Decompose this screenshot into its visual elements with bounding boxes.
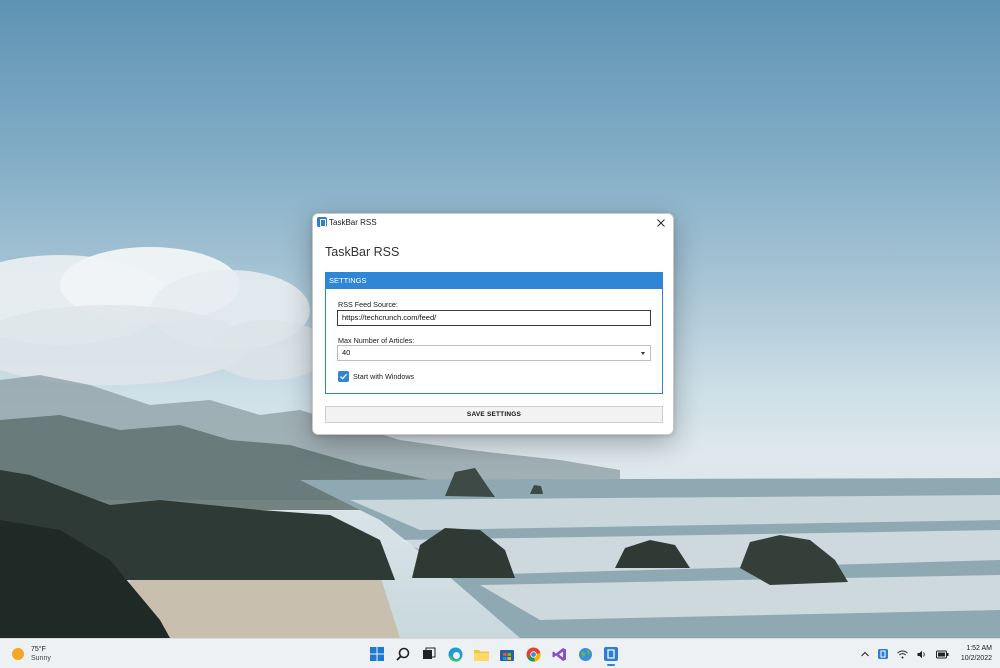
taskbar: 75°F Sunny [0,638,1000,668]
weather-condition: Sunny [31,654,51,663]
settings-group: SETTINGS RSS Feed Source: https://techcr… [325,272,663,394]
weather-widget[interactable]: 75°F Sunny [12,645,51,663]
chrome-icon[interactable] [520,642,546,666]
chevron-down-icon [641,352,645,355]
title-bar[interactable]: TaskBar RSS [313,214,673,232]
save-settings-button[interactable]: SAVE SETTINGS [325,406,663,423]
window-title: TaskBar RSS [329,218,377,227]
edge-icon[interactable] [442,642,468,666]
taskbar-rss-tray-icon[interactable] [878,649,888,659]
clock-date: 10/2/2022 [961,654,992,664]
page-title: TaskBar RSS [325,245,399,259]
settings-header: SETTINGS [326,273,662,289]
feed-source-label: RSS Feed Source: [338,300,398,309]
start-icon[interactable] [364,642,390,666]
store-icon[interactable] [494,642,520,666]
search-icon[interactable] [390,642,416,666]
app-icon [317,217,327,227]
system-tray: 1:52 AM 10/2/2022 [852,639,992,668]
close-button[interactable] [649,214,673,232]
max-articles-select[interactable]: 40 [337,345,651,361]
visual-studio-icon[interactable] [546,642,572,666]
sun-icon [12,648,24,660]
feed-source-input[interactable]: https://techcrunch.com/feed/ [337,310,651,326]
taskbar-rss-window: TaskBar RSS TaskBar RSS SETTINGS RSS Fee… [312,213,674,435]
chevron-up-icon[interactable] [861,651,869,657]
clock-time: 1:52 AM [961,644,992,654]
taskbar-rss-icon[interactable] [598,642,624,666]
max-articles-label: Max Number of Articles: [338,336,414,345]
clock[interactable]: 1:52 AM 10/2/2022 [961,644,992,664]
battery-icon[interactable] [936,650,949,659]
weather-temp: 75°F [31,645,51,654]
file-explorer-icon[interactable] [468,642,494,666]
checkmark-icon [339,372,348,381]
start-with-windows-checkbox[interactable] [338,371,349,382]
close-icon [657,219,665,227]
task-view-icon[interactable] [416,642,442,666]
pinned-apps [364,642,624,666]
start-with-windows-label: Start with Windows [353,372,414,381]
wifi-icon[interactable] [897,650,908,659]
max-articles-value: 40 [342,348,350,357]
globe-app-icon[interactable] [572,642,598,666]
volume-icon[interactable] [917,650,927,659]
